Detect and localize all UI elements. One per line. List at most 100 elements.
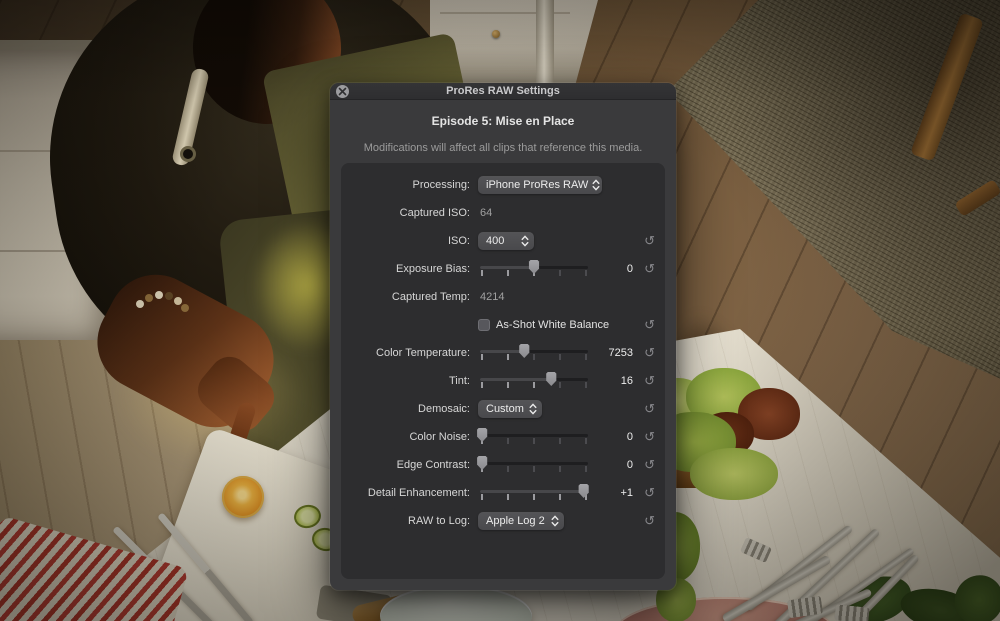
bead-bracelet xyxy=(136,300,144,308)
setting-label: Edge Contrast: xyxy=(353,459,478,471)
screen: ProRes RAW Settings Episode 5: Mise en P… xyxy=(0,0,1000,621)
slider-fill xyxy=(480,350,524,353)
setting-control-area xyxy=(478,344,589,362)
setting-label: ISO: xyxy=(353,235,478,247)
apron-grommet xyxy=(180,146,196,162)
setting-label: Demosaic: xyxy=(353,403,478,415)
setting-label: RAW to Log: xyxy=(353,515,478,527)
setting-control-area: Apple Log 2 xyxy=(478,512,589,530)
reset-button[interactable]: ↺ xyxy=(633,346,655,360)
setting-label: Color Temperature: xyxy=(353,347,478,359)
brass-knob xyxy=(492,30,500,38)
reset-button[interactable]: ↺ xyxy=(633,234,655,248)
slider-tick xyxy=(559,382,561,388)
slider-tick xyxy=(585,382,587,388)
setting-label: Processing: xyxy=(353,179,478,191)
slider-tick xyxy=(559,354,561,360)
slider-track xyxy=(480,434,588,437)
slider-tick xyxy=(559,438,561,444)
dropdown-value: Apple Log 2 xyxy=(486,515,545,527)
setting-control-area: As-Shot White Balance xyxy=(478,319,589,331)
setting-row-tint: Tint:16↺ xyxy=(341,367,665,395)
chevron-up-down-icon xyxy=(521,235,529,247)
setting-row-processing: Processing: iPhone ProRes RAW xyxy=(341,171,665,199)
setting-row-as-shot-white-balance: As-Shot White Balance ↺ xyxy=(341,311,665,339)
reset-button[interactable]: ↺ xyxy=(633,402,655,416)
chevron-up-down-icon xyxy=(551,515,559,527)
slider-tick xyxy=(481,382,483,388)
setting-value: 0 xyxy=(589,459,633,471)
slider-thumb[interactable] xyxy=(477,456,488,470)
slider-tick xyxy=(507,494,509,500)
as-shot-white-balance-checkbox[interactable] xyxy=(478,319,490,331)
setting-value: 0 xyxy=(589,263,633,275)
reset-button[interactable]: ↺ xyxy=(633,374,655,388)
setting-value: 0 xyxy=(589,431,633,443)
slider-track xyxy=(480,462,588,465)
media-title: Episode 5: Mise en Place xyxy=(330,114,676,128)
slider-tick xyxy=(533,382,535,388)
setting-value: 7253 xyxy=(589,347,633,359)
tint-slider[interactable] xyxy=(480,372,588,390)
iso-dropdown[interactable]: 400 xyxy=(478,232,534,250)
slider-tick xyxy=(507,354,509,360)
setting-control-area: iPhone ProRes RAW xyxy=(478,176,589,194)
slider-thumb[interactable] xyxy=(529,260,540,274)
setting-label: Tint: xyxy=(353,375,478,387)
setting-row-edge-contrast: Edge Contrast: 0↺ xyxy=(341,451,665,479)
slider-tick xyxy=(481,270,483,276)
slider-thumb[interactable] xyxy=(519,344,530,358)
slider-thumb[interactable] xyxy=(578,484,589,498)
slider-tick xyxy=(507,438,509,444)
slider-tick xyxy=(533,494,535,500)
setting-label: Detail Enhancement: xyxy=(353,487,478,499)
reset-button[interactable]: ↺ xyxy=(633,458,655,472)
reset-button[interactable]: ↺ xyxy=(633,486,655,500)
setting-label: Exposure Bias: xyxy=(353,263,478,275)
dropdown-value: 400 xyxy=(486,235,504,247)
reset-button[interactable]: ↺ xyxy=(633,514,655,528)
slider-fill xyxy=(480,266,534,269)
chevron-up-down-icon xyxy=(521,235,529,247)
processing-dropdown[interactable]: iPhone ProRes RAW xyxy=(478,176,602,194)
exposure-bias-slider[interactable] xyxy=(480,260,588,278)
slider-thumb[interactable] xyxy=(477,428,488,442)
slider-tick xyxy=(559,270,561,276)
demosaic-dropdown[interactable]: Custom xyxy=(478,400,542,418)
slider-tick xyxy=(533,438,535,444)
slider-tick xyxy=(533,354,535,360)
chevron-up-down-icon xyxy=(592,179,600,191)
chevron-up-down-icon xyxy=(551,515,559,527)
slider-tick xyxy=(533,466,535,472)
slider-thumb[interactable] xyxy=(546,372,557,386)
slider-fill xyxy=(480,378,551,381)
dropdown-value: iPhone ProRes RAW xyxy=(486,179,588,191)
setting-row-color-noise: Color Noise:0↺ xyxy=(341,423,665,451)
setting-control-area xyxy=(478,484,589,502)
slider-tick xyxy=(585,354,587,360)
setting-label: Captured ISO: xyxy=(353,207,478,219)
dropdown-value: Custom xyxy=(486,403,524,415)
setting-control-area xyxy=(478,428,589,446)
setting-label: Captured Temp: xyxy=(353,291,478,303)
setting-control-area: 4214 xyxy=(478,291,589,303)
edge-contrast-slider[interactable] xyxy=(480,456,588,474)
setting-row-demosaic: Demosaic: Custom ↺ xyxy=(341,395,665,423)
reset-button[interactable]: ↺ xyxy=(633,318,655,332)
setting-control-area xyxy=(478,372,589,390)
setting-row-captured-temp: Captured Temp:4214 xyxy=(341,283,665,311)
modification-note: Modifications will affect all clips that… xyxy=(330,142,676,154)
color-temperature-slider[interactable] xyxy=(480,344,588,362)
raw-to-log-dropdown[interactable]: Apple Log 2 xyxy=(478,512,564,530)
setting-control-area: 64 xyxy=(478,207,589,219)
captured-iso-value: 64 xyxy=(478,207,492,219)
setting-row-iso: ISO: 400 ↺ xyxy=(341,227,665,255)
detail-enhancement-slider[interactable] xyxy=(480,484,588,502)
reset-button[interactable]: ↺ xyxy=(633,430,655,444)
setting-control-area: 400 xyxy=(478,232,589,250)
setting-row-exposure-bias: Exposure Bias: 0↺ xyxy=(341,255,665,283)
reset-button[interactable]: ↺ xyxy=(633,262,655,276)
lettuce xyxy=(690,448,778,500)
checkbox-label: As-Shot White Balance xyxy=(496,319,609,331)
color-noise-slider[interactable] xyxy=(480,428,588,446)
